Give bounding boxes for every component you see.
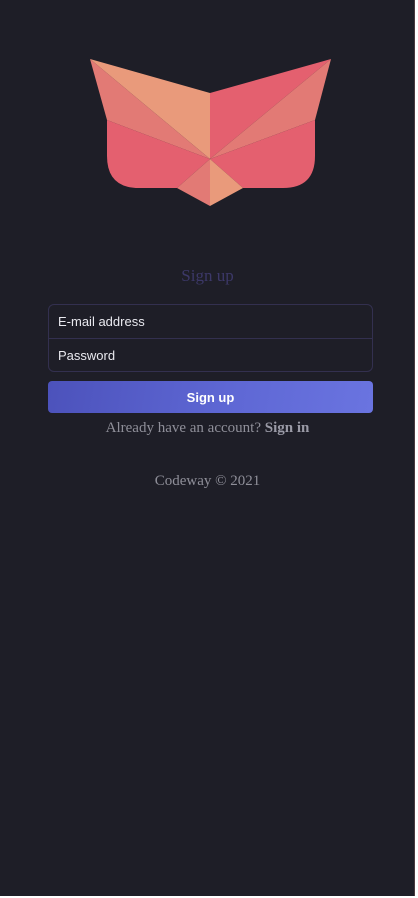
- email-field[interactable]: [49, 305, 372, 338]
- signup-screen: Sign up Sign up Already have an account?…: [0, 0, 415, 896]
- password-field[interactable]: [49, 338, 372, 371]
- fox-logo-icon: [90, 59, 331, 206]
- sign-up-button[interactable]: Sign up: [48, 381, 373, 413]
- footer-copyright: Codeway © 2021: [154, 473, 261, 489]
- page-title: Sign up: [181, 266, 234, 285]
- signin-prompt-text: Already have an account?: [105, 420, 265, 436]
- sign-in-link[interactable]: Sign in: [265, 420, 310, 436]
- signup-form: [48, 304, 373, 372]
- signin-prompt-row: Already have an account? Sign in: [0, 420, 415, 437]
